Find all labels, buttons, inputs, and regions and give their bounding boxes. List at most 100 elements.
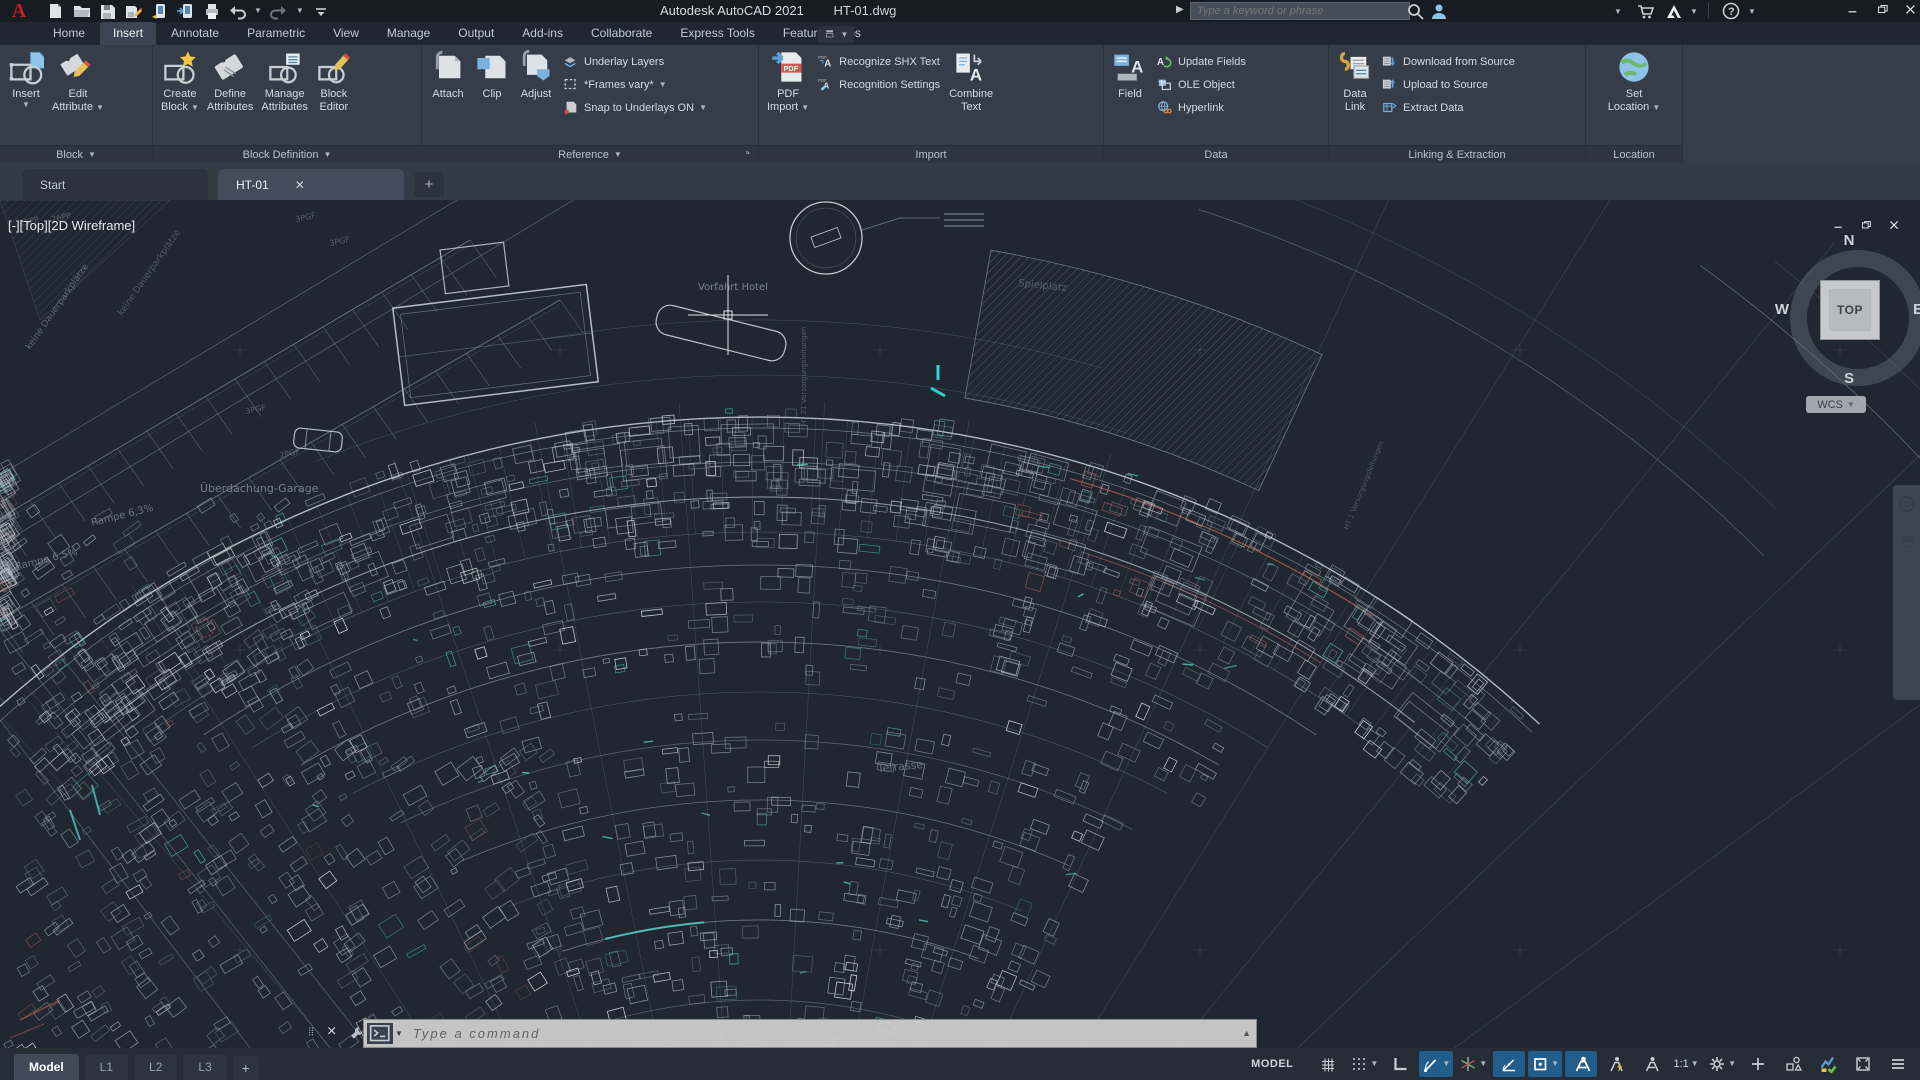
minimize-button[interactable] [1846,4,1862,18]
restore-button[interactable] [1876,4,1892,18]
ribbon-tab-home[interactable]: Home [40,22,98,45]
isometric-drafting-toggle[interactable]: ▼ [1456,1051,1490,1077]
viewcube-top-face[interactable]: TOP [1820,280,1880,340]
pdf-import-button[interactable]: PDF PDF Import ▼ [764,48,812,115]
open-web-mobile-button[interactable] [150,2,168,20]
steering-wheel-icon[interactable] [1898,495,1916,513]
layout-tab-l2[interactable]: L2 [134,1054,178,1080]
recent-commands-caret-icon[interactable]: ▼ [395,1029,403,1038]
ribbon-tab-manage[interactable]: Manage [374,22,443,45]
search-icon[interactable] [1406,2,1424,20]
combine-text-button[interactable]: A Combine Text [946,48,996,115]
ribbon-tab-express-tools[interactable]: Express Tools [667,22,767,45]
command-history-up-icon[interactable]: ▲ [1242,1028,1251,1038]
customization-toggle[interactable] [1882,1051,1914,1077]
new-drawing-tab-button[interactable]: + [414,172,444,197]
panel-label-block-definition[interactable]: Block Definition ▼ [153,145,421,163]
object-snap-toggle[interactable]: ▼ [1528,1051,1563,1077]
app-store-cart-icon[interactable] [1636,2,1655,20]
ribbon-tab-view[interactable]: View [320,22,372,45]
panel-label-import[interactable]: Import [759,145,1103,163]
search-expand-icon[interactable]: ▶ [1176,4,1184,15]
workspace-switching-toggle[interactable]: ▼ [1705,1051,1739,1077]
create-block-button[interactable]: Create Block ▼ [158,48,202,115]
wcs-dropdown[interactable]: WCS ▼ [1806,396,1866,413]
navigation-bar[interactable] [1893,485,1920,700]
autodesk-account-icon[interactable] [1664,2,1682,20]
layout-tab-l1[interactable]: L1 [84,1054,129,1080]
data-link-button[interactable]: Data Link [1334,48,1376,115]
underlay-layers-button[interactable]: Underlay Layers [559,50,711,73]
save-as-button[interactable] [124,2,142,20]
ole-object-button[interactable]: OLE Object [1153,73,1250,96]
block-editor-button[interactable]: Block Editor [313,48,355,115]
attach-button[interactable]: Attach [427,48,469,102]
update-fields-button[interactable]: A Update Fields [1153,50,1250,73]
help-icon[interactable]: ? [1722,2,1740,20]
ribbon-tab-output[interactable]: Output [445,22,507,45]
ribbon-tab-parametric[interactable]: Parametric [234,22,318,45]
download-from-source-button[interactable]: Download from Source [1378,50,1519,73]
define-attributes-button[interactable]: Define Attributes [204,48,256,115]
snap-to-underlays-dropdown[interactable]: Snap to Underlays ON ▼ [559,96,711,119]
hyperlink-button[interactable]: Hyperlink [1153,96,1250,119]
signin-caret-icon[interactable]: ▼ [1614,8,1622,16]
adjust-button[interactable]: Adjust [515,48,557,102]
panel-label-reference[interactable]: Reference ▼ [422,145,758,163]
drawing-area[interactable]: 2SPP 26PP 3PGF 3PGF 3PGF 2PGF keine Dauerparkp… [0,200,1920,1048]
annotation-visibility-toggle[interactable] [1565,1051,1598,1077]
viewcube-south[interactable]: S [1839,370,1859,387]
panel-label-block[interactable]: Block ▼ [0,145,152,163]
command-grips-icon[interactable] [308,1024,318,1040]
annotation-scale-value-toggle[interactable]: 1:1 ▼ [1670,1051,1702,1077]
file-tab-close-icon[interactable]: ✕ [295,178,305,192]
panel-label-linking-extraction[interactable]: Linking & Extraction [1329,145,1585,163]
grid-display-toggle[interactable] [1312,1051,1344,1077]
save-web-mobile-button[interactable] [176,2,194,20]
new-layout-button[interactable]: + [232,1056,259,1080]
autocad-app-logo-icon[interactable]: A [4,0,34,22]
dialog-launcher-icon[interactable] [746,150,755,159]
viewport-controls[interactable]: [-][Top][2D Wireframe] [8,218,135,233]
command-customize-wrench-icon[interactable] [349,1025,364,1040]
panel-label-data[interactable]: Data [1104,145,1328,163]
ribbon-tab-insert[interactable]: Insert [100,22,157,45]
new-file-button[interactable] [46,2,64,20]
undo-caret-icon[interactable]: ▼ [254,7,262,15]
close-button[interactable] [1904,4,1920,18]
object-snap-tracking-toggle[interactable] [1493,1051,1526,1077]
workspace-switching-caret-icon[interactable]: ▼ [1728,1060,1736,1068]
annotation-monitor-toggle[interactable] [1742,1051,1774,1077]
viewcube-north[interactable]: N [1839,232,1859,249]
object-snap-caret-icon[interactable]: ▼ [1551,1060,1559,1068]
undo-button[interactable] [228,2,246,20]
edit-attribute-button[interactable]: Edit Attribute ▼ [49,48,107,115]
layout-tab-model[interactable]: Model [14,1054,79,1080]
extract-data-button[interactable]: Extract Data [1378,96,1519,119]
annotation-scale-flag-toggle[interactable] [1635,1051,1667,1077]
help-search-input[interactable] [1190,2,1410,20]
polar-tracking-toggle[interactable]: ▼ [1419,1051,1454,1077]
auto-annotation-scale-toggle[interactable] [1600,1051,1632,1077]
redo-button[interactable] [269,2,288,20]
upload-to-source-button[interactable]: Upload to Source [1378,73,1519,96]
view-cube[interactable]: N S W E TOP [1770,230,1920,406]
insert-block-button[interactable]: Insert ▼ [5,48,47,110]
help-caret-icon[interactable]: ▼ [1748,8,1756,16]
plot-button[interactable] [202,2,220,20]
ribbon-tab-annotate[interactable]: Annotate [158,22,232,45]
ribbon-tab-add-ins[interactable]: Add-ins [509,22,576,45]
ribbon-collapse-button[interactable]: ▼ [818,26,854,43]
autodesk-caret-icon[interactable]: ▼ [1690,8,1698,16]
command-close-icon[interactable] [327,1026,340,1039]
viewcube-west[interactable]: W [1772,301,1792,318]
clip-button[interactable]: Clip [471,48,513,102]
qat-customize-button[interactable] [312,2,330,20]
recognize-shx-text-button[interactable]: PDF A Recognize SHX Text [814,50,944,73]
frames-dropdown[interactable]: *Frames vary* ▼ [559,73,711,96]
graphics-performance-toggle[interactable] [1812,1051,1844,1077]
polar-tracking-caret-icon[interactable]: ▼ [1442,1060,1450,1068]
pan-hand-icon[interactable] [1898,531,1916,549]
ribbon-tab-collaborate[interactable]: Collaborate [578,22,665,45]
manage-attributes-button[interactable]: Manage Attributes [258,48,310,115]
